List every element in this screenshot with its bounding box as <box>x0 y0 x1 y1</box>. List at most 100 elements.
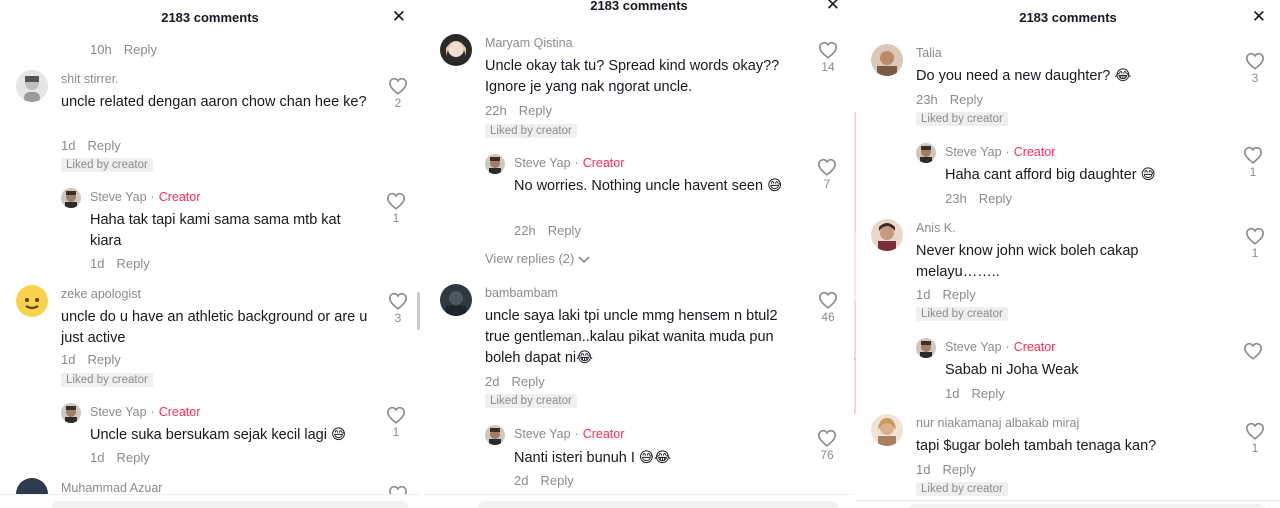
creator-name[interactable]: Steve Yap <box>945 340 1002 354</box>
creator-avatar[interactable] <box>61 188 81 208</box>
reply-button[interactable]: Reply <box>116 256 149 271</box>
comment-username[interactable]: Anis K. <box>916 221 956 235</box>
creator-avatar[interactable] <box>916 338 936 358</box>
comment-time: 1d <box>90 256 105 271</box>
like-button[interactable]: 1 <box>1244 422 1266 455</box>
like-count: 46 <box>821 310 835 324</box>
heart-icon <box>818 41 838 59</box>
reply-button[interactable]: Reply <box>979 191 1012 206</box>
like-button[interactable]: 3 <box>387 292 409 325</box>
scrollbar[interactable] <box>417 292 420 330</box>
comment-text: uncle saya laki tpi uncle mmg hensem n b… <box>485 308 778 366</box>
comments-header: 2183 comments ✕ <box>856 0 1280 34</box>
reply-button[interactable]: Reply <box>124 42 157 57</box>
close-icon[interactable]: ✕ <box>826 0 840 13</box>
comment-time: 10h <box>90 42 112 57</box>
like-button[interactable]: 1 <box>385 192 407 225</box>
creator-avatar[interactable] <box>485 154 505 174</box>
comment-text: Do you need a new daughter? 😂 <box>916 68 1132 84</box>
reply-button[interactable]: Reply <box>116 450 149 465</box>
creator-name[interactable]: Steve Yap <box>514 427 571 441</box>
like-button[interactable]: 7 <box>816 158 838 191</box>
heart-icon <box>817 158 837 176</box>
avatar[interactable] <box>440 34 472 66</box>
view-replies-button[interactable]: View replies (2) <box>485 251 590 266</box>
avatar[interactable] <box>16 70 48 102</box>
reply-button[interactable]: Reply <box>942 462 975 477</box>
like-button[interactable] <box>1242 342 1264 361</box>
creator-avatar[interactable] <box>485 425 505 445</box>
chevron-down-icon <box>578 255 590 263</box>
comments-panel-1: 2183 comments ✕ 10h Reply shit stirrer. u… <box>0 0 420 508</box>
liked-by-creator-badge: Liked by creator <box>61 158 153 172</box>
like-count: 1 <box>1249 165 1257 179</box>
creator-badge: Creator <box>158 405 201 419</box>
comment-input[interactable] <box>478 501 838 508</box>
avatar[interactable] <box>16 285 48 317</box>
view-replies-label: View replies (2) <box>485 251 575 266</box>
reply-button[interactable]: Reply <box>511 374 544 389</box>
heart-icon <box>818 291 838 309</box>
comment-meta: 23h Reply <box>916 92 983 107</box>
comment-input-bar <box>856 500 1280 508</box>
comment-username[interactable]: shit stirrer. <box>61 72 119 86</box>
reply-button[interactable]: Reply <box>540 473 573 488</box>
heart-icon <box>1243 342 1263 360</box>
avatar[interactable] <box>871 414 903 446</box>
comment-meta: 10h Reply <box>90 42 157 57</box>
like-button[interactable]: 46 <box>817 291 839 324</box>
close-icon[interactable]: ✕ <box>1252 8 1266 25</box>
comment-meta: 22h Reply <box>514 223 581 238</box>
close-icon[interactable]: ✕ <box>392 8 406 25</box>
reply-button[interactable]: Reply <box>87 352 120 367</box>
comment-username[interactable]: Muhammad Azuar <box>61 481 162 495</box>
liked-by-creator-badge: Liked by creator <box>916 112 1008 126</box>
creator-name[interactable]: Steve Yap <box>90 405 147 419</box>
avatar[interactable] <box>440 284 472 316</box>
reply-button[interactable]: Reply <box>942 287 975 302</box>
reply-button[interactable]: Reply <box>548 223 581 238</box>
comment-username[interactable]: nur niakamanaj albakab miraj <box>916 416 1079 430</box>
creator-avatar[interactable] <box>61 403 81 423</box>
comment-text: Sabab ni Joha Weak <box>945 362 1079 378</box>
separator-dot: · <box>1005 340 1010 354</box>
reply-button[interactable]: Reply <box>519 103 552 118</box>
reply-button[interactable]: Reply <box>950 92 983 107</box>
like-button[interactable]: 76 <box>816 429 838 462</box>
comment-username[interactable]: Talia <box>916 46 942 60</box>
creator-badge: Creator <box>1013 340 1056 354</box>
reply-button[interactable]: Reply <box>971 386 1004 401</box>
avatar[interactable] <box>871 219 903 251</box>
like-button[interactable]: 1 <box>1242 146 1264 179</box>
creator-name[interactable]: Steve Yap <box>945 145 1002 159</box>
like-button[interactable]: 2 <box>387 77 409 110</box>
comment-username: Steve Yap · Creator <box>514 156 624 170</box>
comment-username: Steve Yap · Creator <box>90 405 200 419</box>
comment-input[interactable] <box>52 501 408 508</box>
comment-username: Steve Yap · Creator <box>514 427 624 441</box>
heart-icon <box>1245 227 1265 245</box>
comment-time: 1d <box>945 386 960 401</box>
separator-dot: · <box>150 190 155 204</box>
like-button[interactable]: 1 <box>385 406 407 439</box>
comment-username[interactable]: Maryam Qistina <box>485 36 573 50</box>
like-count: 3 <box>1251 71 1259 85</box>
comment-text: Uncle suka bersukam sejak kecil lagi 😅 <box>90 427 347 443</box>
like-count: 2 <box>394 96 402 110</box>
like-button[interactable]: 1 <box>1244 227 1266 260</box>
creator-avatar[interactable] <box>916 143 936 163</box>
creator-name[interactable]: Steve Yap <box>514 156 571 170</box>
like-button[interactable]: 14 <box>817 41 839 74</box>
comment-time: 23h <box>916 92 938 107</box>
avatar[interactable] <box>871 44 903 76</box>
heart-icon <box>1245 52 1265 70</box>
like-button[interactable]: 3 <box>1244 52 1266 85</box>
comment-input[interactable] <box>908 504 1266 508</box>
reply-button[interactable]: Reply <box>87 138 120 153</box>
creator-badge: Creator <box>1013 145 1056 159</box>
like-count: 76 <box>820 448 834 462</box>
comment-username[interactable]: bambambam <box>485 286 558 300</box>
comment-username[interactable]: zeke apologist <box>61 287 141 301</box>
comment-text: tapi $ugar boleh tambah tenaga kan? <box>916 438 1157 454</box>
creator-name[interactable]: Steve Yap <box>90 190 147 204</box>
